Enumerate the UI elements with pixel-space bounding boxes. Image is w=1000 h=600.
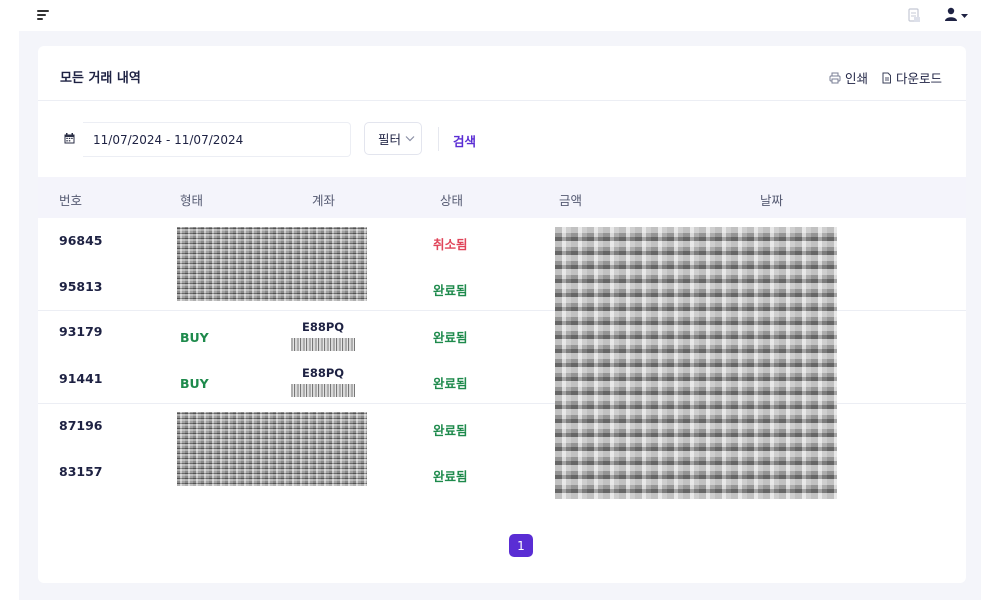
document-icon[interactable] [907, 8, 921, 23]
column-header-amount: 금액 [559, 193, 583, 208]
account-code: E88PQ [302, 320, 345, 334]
download-label: 다운로드 [896, 71, 943, 86]
top-bar [0, 0, 1000, 31]
filter-divider [438, 127, 439, 151]
column-header-number: 번호 [59, 193, 83, 208]
print-button[interactable]: 인쇄 [829, 68, 868, 87]
transaction-type: BUY [180, 376, 209, 391]
calendar-icon [64, 133, 75, 144]
redacted-region [555, 227, 837, 499]
status-badge: 완료됨 [433, 283, 468, 298]
filter-dropdown[interactable]: 필터 [364, 122, 422, 155]
transaction-id: 93179 [59, 324, 103, 339]
hamburger-menu-icon[interactable] [37, 10, 49, 21]
account-detail-redacted [291, 384, 355, 397]
transaction-id: 83157 [59, 464, 103, 479]
transaction-id: 87196 [59, 418, 103, 433]
printer-icon [829, 72, 841, 83]
card-header: 모든 거래 내역 인쇄 다운로드 [38, 46, 966, 101]
status-badge: 완료됨 [433, 330, 468, 345]
transaction-id: 96845 [59, 233, 103, 248]
user-menu-icon[interactable] [944, 6, 970, 24]
file-icon [882, 72, 891, 83]
status-badge: 완료됨 [433, 376, 468, 391]
transaction-id: 91441 [59, 371, 103, 386]
column-header-account: 계좌 [312, 193, 336, 208]
page-title: 모든 거래 내역 [60, 71, 141, 86]
print-label: 인쇄 [845, 71, 869, 86]
search-button[interactable]: 검색 [453, 131, 476, 150]
status-badge: 완료됨 [433, 469, 468, 484]
main-content: 모든 거래 내역 인쇄 다운로드 11/07/2024 - 11/07/2024… [19, 31, 981, 600]
table-header: 번호 형태 계좌 상태 금액 날짜 [38, 177, 966, 218]
filter-bar: 필터 검색 [38, 102, 966, 178]
date-range-input[interactable] [83, 122, 351, 157]
transaction-id: 95813 [59, 279, 103, 294]
chevron-down-icon [405, 136, 415, 142]
status-badge: 완료됨 [433, 423, 468, 438]
download-button[interactable]: 다운로드 [881, 68, 942, 87]
transactions-card: 모든 거래 내역 인쇄 다운로드 11/07/2024 - 11/07/2024… [38, 46, 966, 583]
filter-label: 필터 [378, 132, 402, 147]
transaction-type: BUY [180, 330, 209, 345]
redacted-region [177, 412, 367, 486]
redacted-region [177, 227, 367, 301]
column-header-date: 날짜 [760, 193, 784, 208]
account-detail-redacted [291, 338, 355, 351]
column-header-type: 형태 [180, 193, 204, 208]
column-header-status: 상태 [440, 193, 464, 208]
account-code: E88PQ [302, 366, 345, 380]
pagination-page-button[interactable]: 1 [509, 534, 533, 557]
status-badge: 취소됨 [433, 237, 468, 252]
